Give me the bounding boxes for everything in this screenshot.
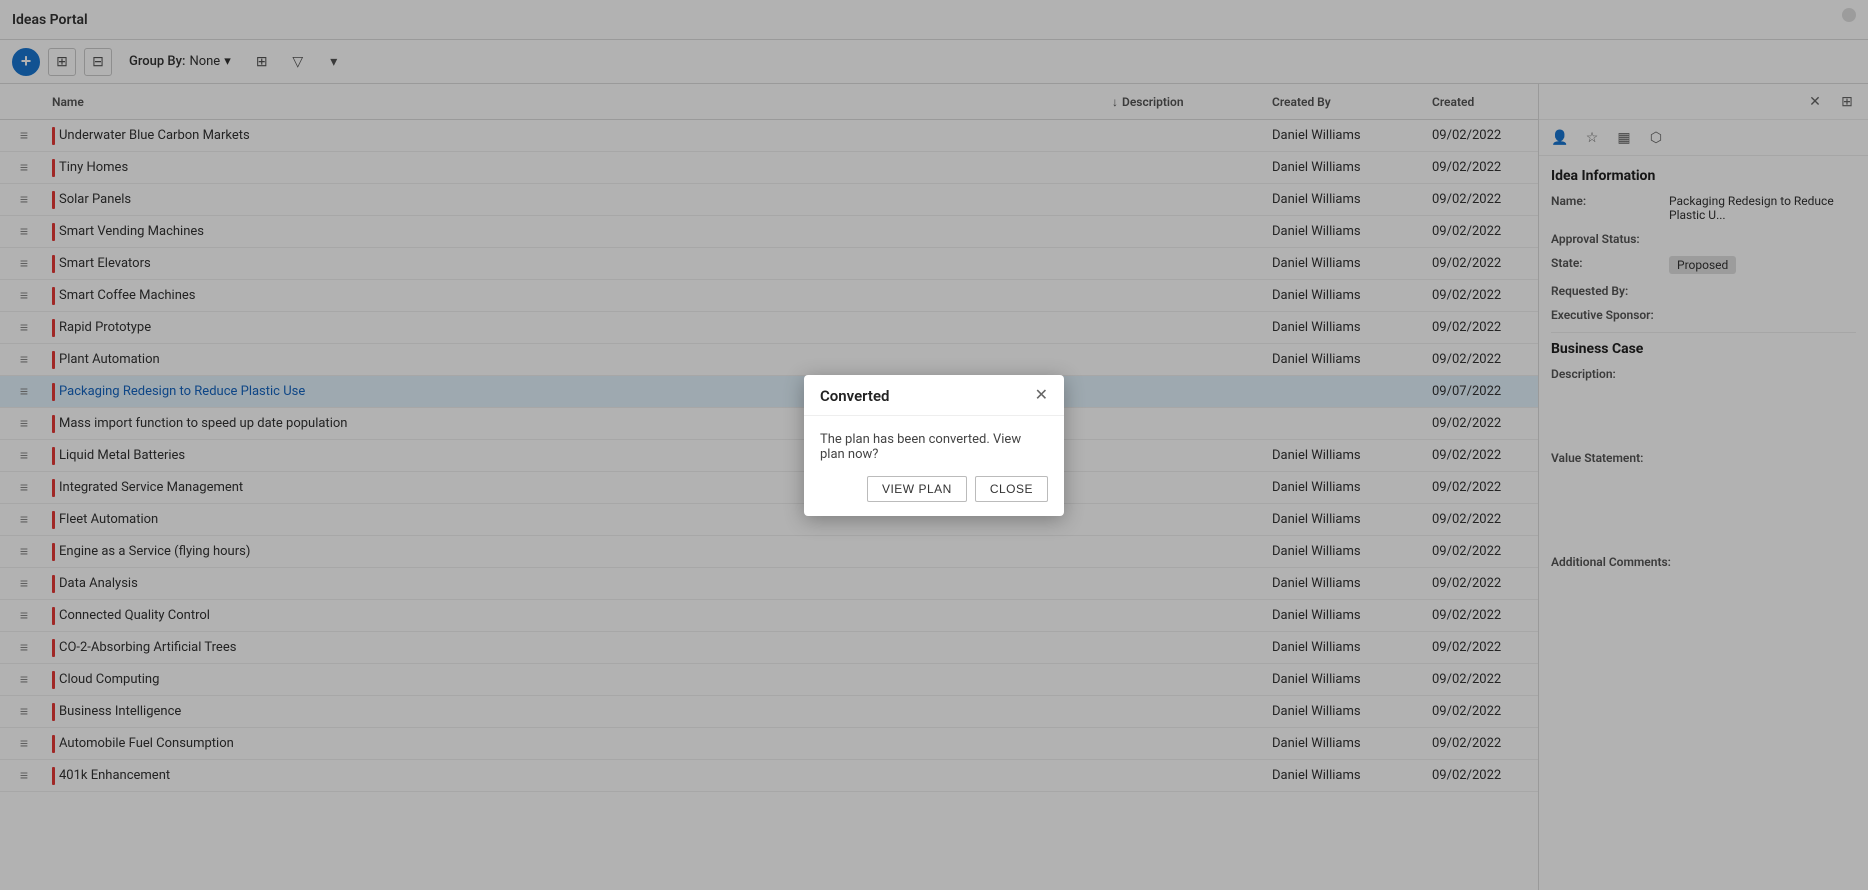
modal-body: The plan has been converted. View plan n…: [804, 416, 1064, 476]
modal-x-button[interactable]: ✕: [1035, 388, 1048, 404]
modal-message: The plan has been converted. View plan n…: [820, 432, 1021, 462]
modal-header: Converted ✕: [804, 375, 1064, 416]
close-button[interactable]: CLOSE: [975, 476, 1048, 502]
converted-modal: Converted ✕ The plan has been converted.…: [804, 375, 1064, 516]
modal-overlay: Converted ✕ The plan has been converted.…: [0, 0, 1868, 890]
view-plan-button[interactable]: VIEW PLAN: [867, 476, 967, 502]
modal-title: Converted: [820, 387, 890, 405]
modal-footer: VIEW PLAN CLOSE: [804, 476, 1064, 516]
